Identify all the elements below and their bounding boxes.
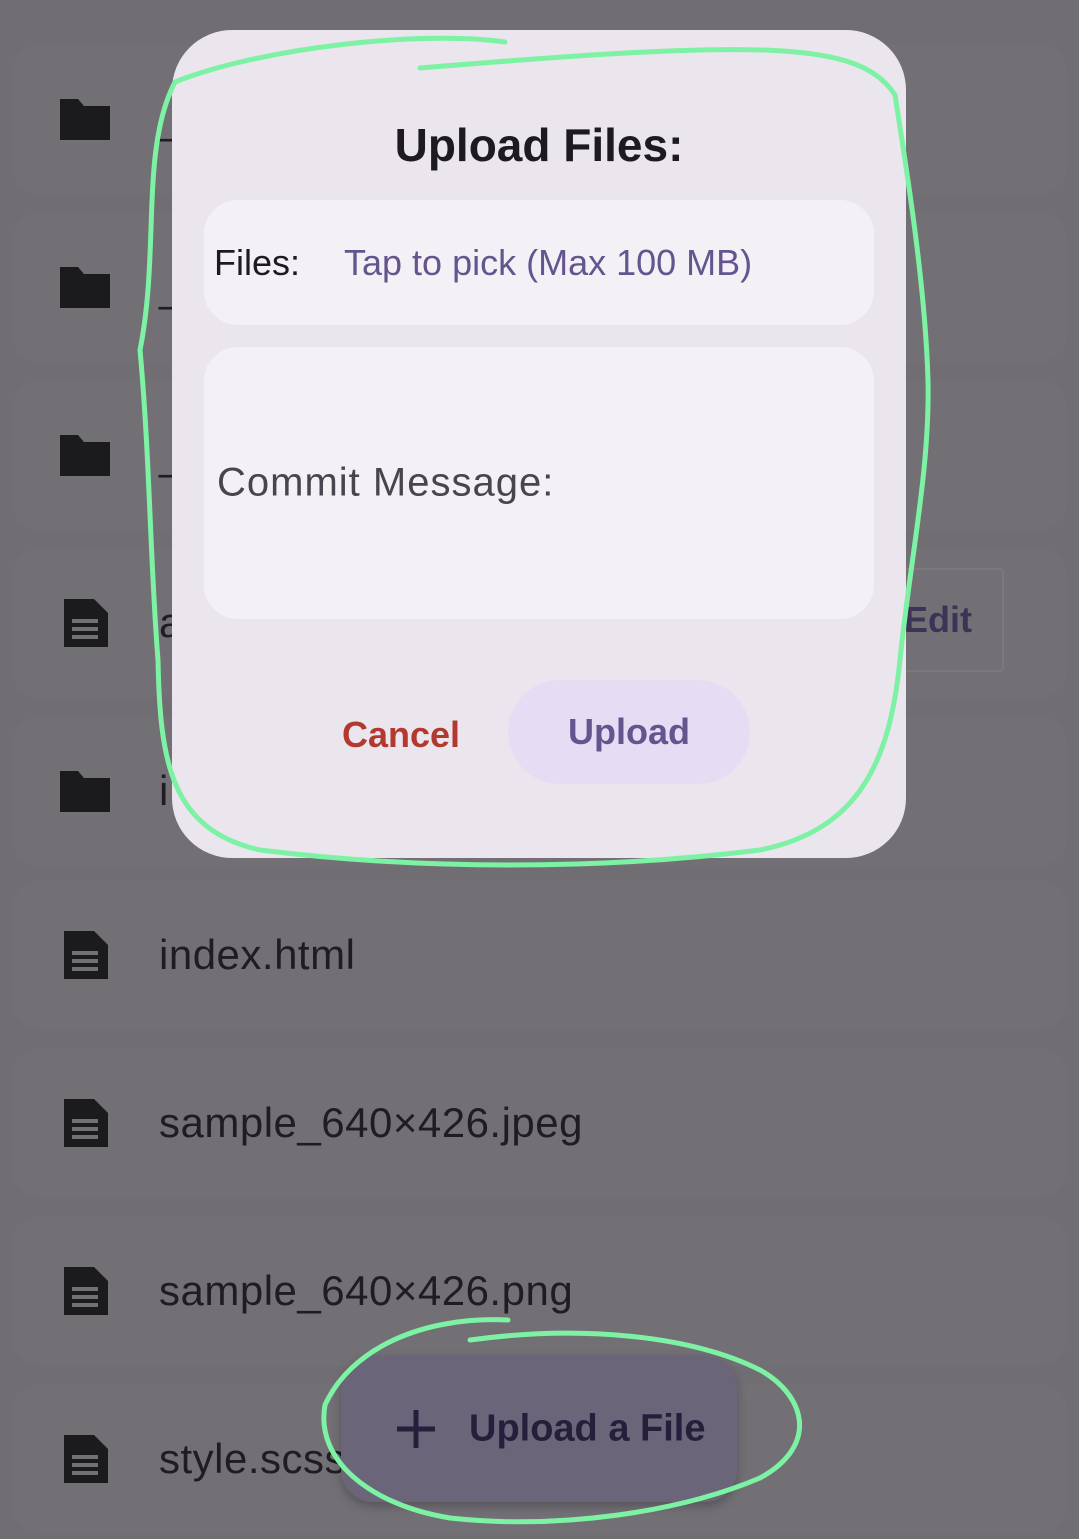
upload-button[interactable]: Upload (508, 680, 750, 784)
file-icon (64, 1099, 108, 1147)
edit-button-label: Edit (904, 599, 972, 640)
files-label: Files: (214, 241, 301, 283)
file-icon (64, 1267, 108, 1315)
file-icon (64, 599, 108, 647)
list-item-name: sample_640×426.jpeg (159, 1099, 584, 1146)
list-item-name: i (159, 767, 169, 814)
list-item-name: index.html (159, 931, 356, 978)
folder-icon (60, 99, 110, 140)
dialog-title: Upload Files: (394, 119, 684, 171)
upload-dialog: Upload Files: Files: Tap to pick (Max 10… (172, 30, 906, 858)
list-item[interactable]: sample_640×426.png (12, 1216, 1067, 1366)
list-item[interactable]: sample_640×426.jpeg (12, 1048, 1067, 1198)
folder-icon (60, 435, 110, 476)
list-item-name: sample_640×426.png (159, 1267, 574, 1314)
file-icon (64, 1435, 108, 1483)
commit-message-input[interactable]: Commit Message: (204, 347, 874, 619)
list-item-name: style.scss (159, 1435, 347, 1482)
file-picker-field[interactable]: Files: Tap to pick (Max 100 MB) (204, 200, 874, 325)
upload-file-fab[interactable]: Upload a File (341, 1356, 737, 1502)
cancel-button[interactable]: Cancel (342, 700, 460, 770)
commit-message-label: Commit Message: (217, 460, 555, 505)
list-item[interactable]: index.html (12, 880, 1067, 1030)
file-icon (64, 931, 108, 979)
folder-icon (60, 771, 110, 812)
folder-icon (60, 267, 110, 308)
fab-label: Upload a File (469, 1407, 706, 1450)
file-picker-link[interactable]: Tap to pick (Max 100 MB) (344, 242, 752, 284)
plus-icon (397, 1410, 435, 1448)
